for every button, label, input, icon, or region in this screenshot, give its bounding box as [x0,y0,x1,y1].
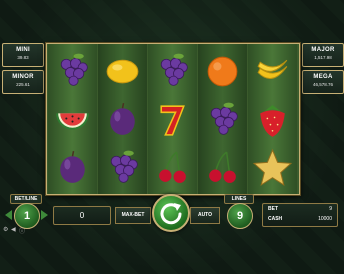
plum-symbol [102,99,143,140]
reel-frame [46,43,300,195]
reel-4 [198,44,247,194]
betline-decrease-arrow[interactable] [5,210,12,220]
betline-value-button[interactable]: 1 [14,203,40,229]
jackpot-minor-label: MINOR [12,74,34,80]
bet-cash-panel: BET 9 CASH 10000 [262,203,338,227]
cherries-symbol [202,147,243,188]
grapes-symbol [202,99,243,140]
reel-3 [148,44,197,194]
sound-icon[interactable]: ◀ [11,226,16,233]
bet-label: BET [268,206,278,212]
reel-1 [48,44,97,194]
grapes-symbol [102,147,143,188]
bet-value: 9 [329,206,332,212]
jackpot-minor-amount: 225.61 [16,82,30,87]
watermelon-symbol [52,99,93,140]
grapes-symbol [152,50,193,91]
jackpot-minor: MINOR 225.61 [2,70,44,94]
plum-symbol [52,147,93,188]
grapes-symbol [52,50,93,91]
jackpot-mega-label: MEGA [313,74,333,80]
jackpot-major: MAJOR 1,517.98 [302,43,344,67]
jackpot-major-label: MAJOR [311,47,335,53]
reel-2 [98,44,147,194]
betline-increase-arrow[interactable] [41,210,48,220]
auto-button[interactable]: AUTO [190,207,220,224]
lemon-symbol [102,50,143,91]
reel-5 [248,44,297,194]
jackpot-mega-amount: 46,578.76 [312,82,334,87]
cash-label: CASH [268,216,283,222]
cash-value: 10000 [318,216,332,222]
settings-icon[interactable]: ⚙ [3,226,8,233]
spin-button[interactable] [152,194,190,232]
seven-symbol [152,99,193,140]
jackpot-mini: MINI 39.83 [2,43,44,67]
star-symbol [252,147,293,188]
lines-value-button[interactable]: 9 [227,203,253,229]
orange-symbol [202,50,243,91]
max-bet-button[interactable]: MAX-BET [115,207,151,224]
strawberry-symbol [252,99,293,140]
win-display: 0 [53,206,111,225]
spin-arrow-icon [160,203,182,225]
jackpot-mini-label: MINI [16,47,30,53]
jackpot-major-amount: 1,517.98 [314,55,332,60]
info-icon[interactable]: ⓘ [19,226,25,235]
jackpot-mega: MEGA 46,578.76 [302,70,344,94]
cherries-symbol [152,147,193,188]
banana-symbol [252,50,293,91]
jackpot-mini-amount: 39.83 [17,55,29,60]
